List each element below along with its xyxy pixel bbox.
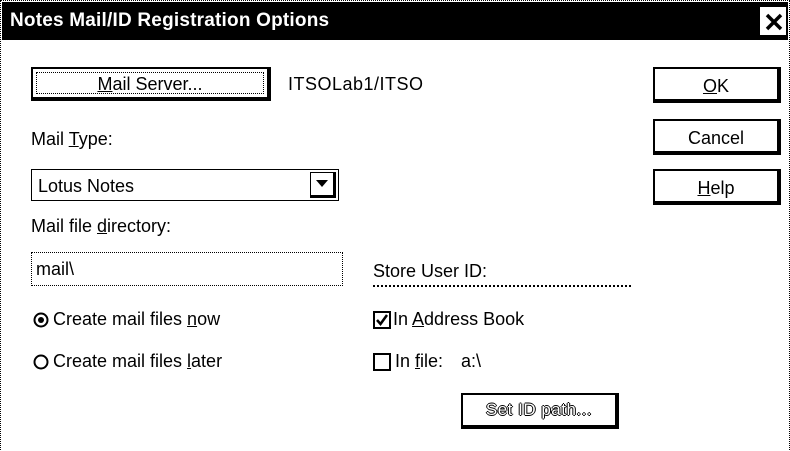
ok-button-label: OK — [702, 76, 730, 96]
close-button[interactable] — [760, 7, 786, 35]
create-later-label: Create mail files later — [53, 351, 223, 371]
mail-server-button-text: ail Server... — [112, 74, 203, 94]
dropdown-button[interactable] — [310, 172, 336, 198]
mail-server-value: ITSOLab1/ITSO — [288, 74, 424, 94]
registration-options-dialog: Notes Mail/ID Registration Options Mail … — [0, 0, 790, 450]
set-id-path-label: Set ID path... — [485, 400, 593, 419]
mail-file-directory-value: mail\ — [36, 259, 75, 279]
radio-unselected-icon — [33, 354, 49, 370]
mail-server-button-label: Mail Server... — [97, 74, 203, 94]
set-id-path-button[interactable]: Set ID path... — [461, 393, 619, 429]
close-icon — [765, 13, 783, 31]
chevron-down-icon — [316, 180, 328, 187]
cancel-button-label: Cancel — [687, 128, 745, 148]
group-divider — [373, 285, 631, 287]
in-file-label: In file: — [395, 351, 444, 371]
title-bar[interactable]: Notes Mail/ID Registration Options — [2, 2, 788, 40]
ok-button[interactable]: OK — [653, 67, 781, 103]
mail-type-selected: Lotus Notes — [38, 176, 135, 196]
help-button[interactable]: Help — [653, 169, 781, 205]
in-file-option[interactable]: In file: a:\ — [373, 351, 533, 375]
dialog-title: Notes Mail/ID Registration Options — [10, 10, 330, 31]
mail-type-dropdown[interactable]: Lotus Notes — [31, 169, 339, 201]
checkbox-unchecked-icon — [373, 353, 391, 371]
create-now-option[interactable]: Create mail files now — [31, 309, 251, 333]
cancel-button[interactable]: Cancel — [653, 119, 781, 155]
mail-file-directory-input[interactable]: mail\ — [31, 252, 343, 286]
in-address-book-option[interactable]: In Address Book — [373, 309, 573, 333]
in-file-path: a:\ — [461, 351, 482, 371]
mail-server-button[interactable]: Mail Server... — [31, 67, 271, 101]
mail-type-label: Mail Type: — [31, 129, 113, 149]
radio-selected-icon — [33, 312, 49, 328]
store-user-id-label: Store User ID: — [373, 261, 488, 281]
create-later-option[interactable]: Create mail files later — [31, 351, 251, 375]
create-now-label: Create mail files now — [53, 309, 221, 329]
mail-file-directory-label: Mail file directory: — [31, 216, 172, 236]
checkbox-checked-icon — [373, 311, 391, 329]
help-button-label: Help — [697, 178, 735, 198]
in-address-book-label: In Address Book — [393, 309, 525, 329]
